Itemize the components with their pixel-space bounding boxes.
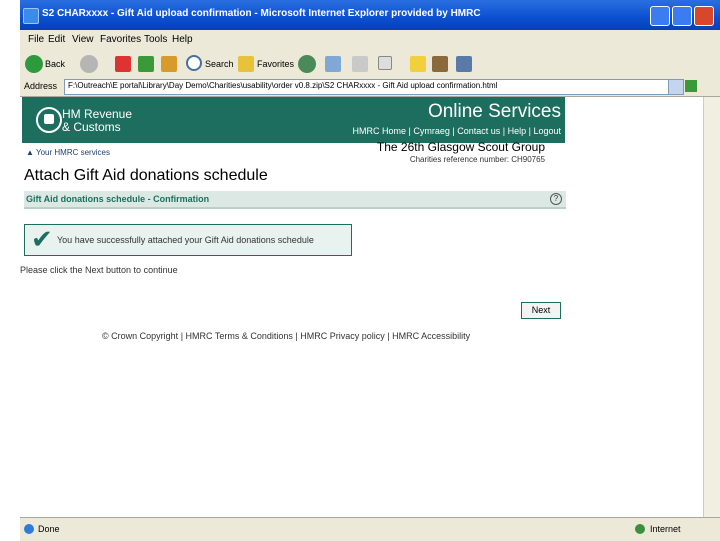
menu-help[interactable]: Help <box>172 34 193 45</box>
toolbar: Back Search Favorites <box>20 48 720 78</box>
edit-icon[interactable] <box>378 56 392 70</box>
address-input[interactable]: F:\Outreach\E portal\Library\Day Demo\Ch… <box>64 79 670 95</box>
next-button[interactable]: Next <box>521 302 561 319</box>
favorites-icon[interactable] <box>238 56 254 72</box>
research-icon[interactable] <box>432 56 448 72</box>
your-services-label[interactable]: Your HMRC services <box>36 148 110 157</box>
nav-cymraeg[interactable]: Cymraeg <box>413 126 450 136</box>
refresh-icon[interactable] <box>138 56 154 72</box>
menu-file[interactable]: File <box>28 34 44 45</box>
internet-zone-icon <box>635 524 645 534</box>
messenger-icon[interactable] <box>456 56 472 72</box>
browser-window: S2 CHARxxxx - Gift Aid upload confirmati… <box>20 0 720 541</box>
status-bar: Done Internet <box>20 517 720 541</box>
search-icon[interactable] <box>186 55 202 71</box>
menu-favorites[interactable]: Favorites <box>100 34 141 45</box>
nav-contact-us[interactable]: Contact us <box>457 126 500 136</box>
crest-icon <box>36 107 62 133</box>
address-url[interactable]: F:\Outreach\E portal\Library\Day Demo\Ch… <box>68 81 498 90</box>
confirmation-box: ✔ You have successfully attached your Gi… <box>24 224 352 256</box>
back-icon[interactable] <box>25 55 43 73</box>
address-label: Address <box>24 81 58 91</box>
status-done: Done <box>38 524 60 534</box>
nav-hmrc-home[interactable]: HMRC Home <box>352 126 406 136</box>
nav-help[interactable]: Help <box>508 126 527 136</box>
hmrc-header: HM Revenue & Customs Online Services HMR… <box>22 97 565 143</box>
go-icon[interactable] <box>685 80 697 92</box>
ie-icon <box>23 8 39 24</box>
address-dropdown-icon[interactable] <box>668 79 684 95</box>
footer-accessibility-link[interactable]: HMRC Accessibility <box>392 331 470 341</box>
organisation-name: The 26th Glasgow Scout Group <box>376 140 545 154</box>
brand-line1: HM Revenue <box>62 107 133 121</box>
status-zone: Internet <box>650 524 681 534</box>
page-done-icon <box>24 524 34 534</box>
page-title: Attach Gift Aid donations schedule <box>24 167 268 184</box>
your-services-link[interactable]: ▲ Your HMRC services <box>26 148 110 157</box>
header-nav: HMRC Home | Cymraeg | Contact us | Help … <box>352 126 561 136</box>
maximize-button[interactable] <box>672 6 692 26</box>
close-button[interactable] <box>694 6 714 26</box>
footer-terms-link[interactable]: HMRC Terms & Conditions <box>186 331 293 341</box>
menu-edit[interactable]: Edit <box>48 34 65 45</box>
instruction-text: Please click the Next button to continue <box>20 265 178 275</box>
page-viewport: HM Revenue & Customs Online Services HMR… <box>20 96 720 517</box>
footer-privacy-link[interactable]: HMRC Privacy policy <box>300 331 385 341</box>
confirmation-message: You have successfully attached your Gift… <box>57 235 314 245</box>
title-bar: S2 CHARxxxx - Gift Aid upload confirmati… <box>20 0 720 30</box>
menu-view[interactable]: View <box>72 34 94 45</box>
address-bar: Address F:\Outreach\E portal\Library\Day… <box>20 78 720 96</box>
search-label[interactable]: Search <box>205 59 234 69</box>
discuss-icon[interactable] <box>410 56 426 72</box>
online-services-title: Online Services <box>427 101 561 122</box>
menu-tools[interactable]: Tools <box>144 34 167 45</box>
section-title: Gift Aid donations schedule - Confirmati… <box>26 194 210 204</box>
check-icon: ✔ <box>31 224 53 254</box>
charity-reference: Charities reference number: CH90765 <box>409 155 545 164</box>
brand-line2: & Customs <box>62 120 121 134</box>
home-icon[interactable] <box>161 56 177 72</box>
mail-icon[interactable] <box>325 56 341 72</box>
menu-bar: File Edit View Favorites Tools Help <box>20 30 720 48</box>
forward-icon[interactable] <box>80 55 98 73</box>
section-bar: Gift Aid donations schedule - Confirmati… <box>24 191 566 209</box>
footer: © Crown Copyright | HMRC Terms & Conditi… <box>102 331 471 341</box>
nav-logout[interactable]: Logout <box>533 126 561 136</box>
print-icon[interactable] <box>352 56 368 72</box>
history-icon[interactable] <box>298 55 316 73</box>
vertical-scrollbar[interactable] <box>703 97 720 517</box>
back-label[interactable]: Back <box>45 59 65 69</box>
stop-icon[interactable] <box>115 56 131 72</box>
minimize-button[interactable] <box>650 6 670 26</box>
help-icon[interactable]: ? <box>550 193 562 205</box>
window-title: S2 CHARxxxx - Gift Aid upload confirmati… <box>42 8 481 19</box>
favorites-label[interactable]: Favorites <box>257 59 294 69</box>
copyright: © Crown Copyright <box>102 331 179 341</box>
